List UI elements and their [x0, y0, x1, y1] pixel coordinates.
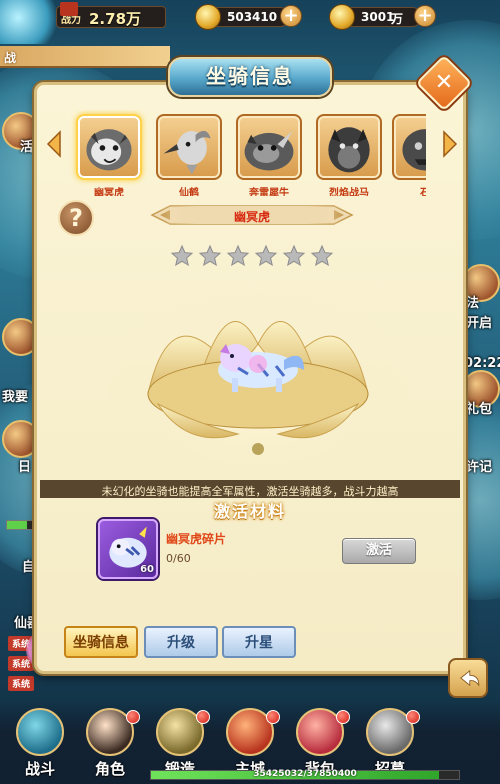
- side-text: 我要: [2, 390, 29, 405]
- mount-carousel: 幽冥虎 仙鹤 奔雷犀牛 烈焰战马 石: [66, 110, 426, 196]
- mount-showcase: [108, 289, 408, 474]
- side-text: 02:22: [464, 356, 500, 371]
- tab-star-up[interactable]: 升星: [222, 626, 296, 658]
- activate-button[interactable]: 激活: [342, 538, 416, 564]
- mount-name: 幽冥虎: [94, 188, 124, 196]
- help-button[interactable]: ?: [58, 200, 94, 236]
- rhino-portrait-icon: [244, 131, 294, 171]
- materials-title-text: 激活材料: [213, 502, 286, 521]
- gold-display: 503410: [195, 4, 290, 30]
- gold-value: 503410: [227, 10, 278, 24]
- side-text: 许记: [466, 460, 493, 475]
- coupon-value: 3001: [361, 10, 395, 24]
- tab-mount-info[interactable]: 坐骑信息: [64, 626, 138, 658]
- selected-mount-name: 幽冥虎: [233, 210, 270, 224]
- star-rating: [170, 244, 338, 268]
- star-icon: [310, 244, 334, 267]
- selected-mount-banner: 幽冥虎: [160, 206, 344, 224]
- top-bar: 战力 2.78万 503410 + 3001 万 +: [0, 0, 500, 44]
- side-text: 活: [20, 140, 34, 155]
- panel-title-plate: 坐骑信息: [168, 57, 332, 97]
- notification-dot: [406, 710, 420, 724]
- side-return-button[interactable]: [448, 658, 488, 698]
- mount-portrait-frame: [236, 114, 302, 180]
- crane-portrait-icon: [163, 130, 211, 175]
- help-icon: ?: [69, 204, 83, 232]
- mount-name: 仙鹤: [179, 188, 199, 196]
- left-tab-strip[interactable]: 战: [0, 46, 170, 68]
- mount-name: 奔雷犀牛: [249, 188, 289, 196]
- nav-character[interactable]: 角色: [78, 704, 142, 780]
- info-text: 未幻化的坐骑也能提高全军属性，激活坐骑越多，战斗力越高: [101, 485, 399, 498]
- nav-label: 战斗: [24, 760, 55, 778]
- star-icon: [198, 244, 222, 267]
- side-text: 法: [466, 296, 480, 311]
- mount-name: 石: [420, 188, 426, 196]
- star-icon: [226, 244, 250, 267]
- panel-title: 坐骑信息: [206, 64, 294, 88]
- star-icon: [170, 244, 194, 267]
- left-tab-label: 战: [4, 51, 17, 65]
- mount-card[interactable]: 奔雷犀牛: [236, 114, 302, 196]
- left-progress-bar: [6, 520, 36, 530]
- mount-name: 烈焰战马: [329, 188, 369, 196]
- materials-title: 激活材料: [140, 498, 360, 522]
- coupon-coin-icon: [329, 4, 355, 30]
- prev-mount-button[interactable]: [46, 130, 64, 158]
- mount-portrait-frame: [156, 114, 222, 180]
- side-text: 开启: [466, 316, 493, 331]
- stone-beast-portrait-icon: [402, 129, 426, 171]
- nav-battle[interactable]: 战斗: [8, 704, 72, 780]
- power-flag-icon: [60, 2, 78, 16]
- tiger-portrait-icon: [86, 129, 132, 171]
- star-icon: [254, 244, 278, 267]
- chevron-left-icon: [46, 130, 61, 158]
- return-arrow-icon: [460, 669, 480, 687]
- side-text: 礼包: [466, 402, 493, 417]
- material-item[interactable]: 60: [98, 519, 158, 579]
- add-coupon-button[interactable]: +: [414, 5, 436, 27]
- material-count: 0/60: [166, 552, 191, 565]
- mount-portrait-frame: [76, 114, 142, 180]
- tab-upgrade[interactable]: 升级: [144, 626, 218, 658]
- side-text: 日: [18, 460, 32, 475]
- mount-portrait-frame: [392, 114, 426, 180]
- info-banner: 未幻化的坐骑也能提高全军属性，激活坐骑越多，战斗力越高: [40, 480, 460, 498]
- notification-dot: [196, 710, 210, 724]
- gold-ingot-icon: [195, 4, 221, 30]
- nav-label: 角色: [94, 760, 125, 778]
- warhorse-portrait-icon: [328, 127, 370, 173]
- coupon-display: 3001 万: [329, 4, 422, 30]
- chevron-right-icon: [443, 130, 458, 158]
- tab-label: 升级: [167, 635, 195, 651]
- tab-label: 坐骑信息: [73, 635, 129, 651]
- activate-label: 激活: [365, 543, 392, 558]
- mount-portrait-frame: [316, 114, 382, 180]
- close-icon: ✕: [434, 70, 454, 95]
- coupon-unit: 万: [391, 12, 404, 26]
- tab-label: 升星: [245, 635, 273, 651]
- add-gold-button[interactable]: +: [280, 5, 302, 27]
- mount-card[interactable]: 幽冥虎: [76, 114, 142, 196]
- star-icon: [282, 244, 306, 267]
- mount-card[interactable]: 烈焰战马: [316, 114, 382, 196]
- mount-card[interactable]: 石: [392, 114, 426, 196]
- battle-icon: [16, 708, 64, 756]
- material-badge: 60: [140, 564, 154, 575]
- next-mount-button[interactable]: [440, 130, 458, 158]
- material-name: 幽冥虎碎片: [166, 532, 227, 546]
- experience-text: 35425032/37850400: [253, 769, 357, 779]
- notification-dot: [126, 710, 140, 724]
- notification-dot: [336, 710, 350, 724]
- chat-tag-system: 系统: [8, 676, 35, 691]
- avatar-glow: [0, 0, 60, 44]
- experience-bar: 35425032/37850400: [150, 769, 460, 780]
- power-value: 2.78万: [89, 10, 142, 28]
- notification-dot: [266, 710, 280, 724]
- mount-card[interactable]: 仙鹤: [156, 114, 222, 196]
